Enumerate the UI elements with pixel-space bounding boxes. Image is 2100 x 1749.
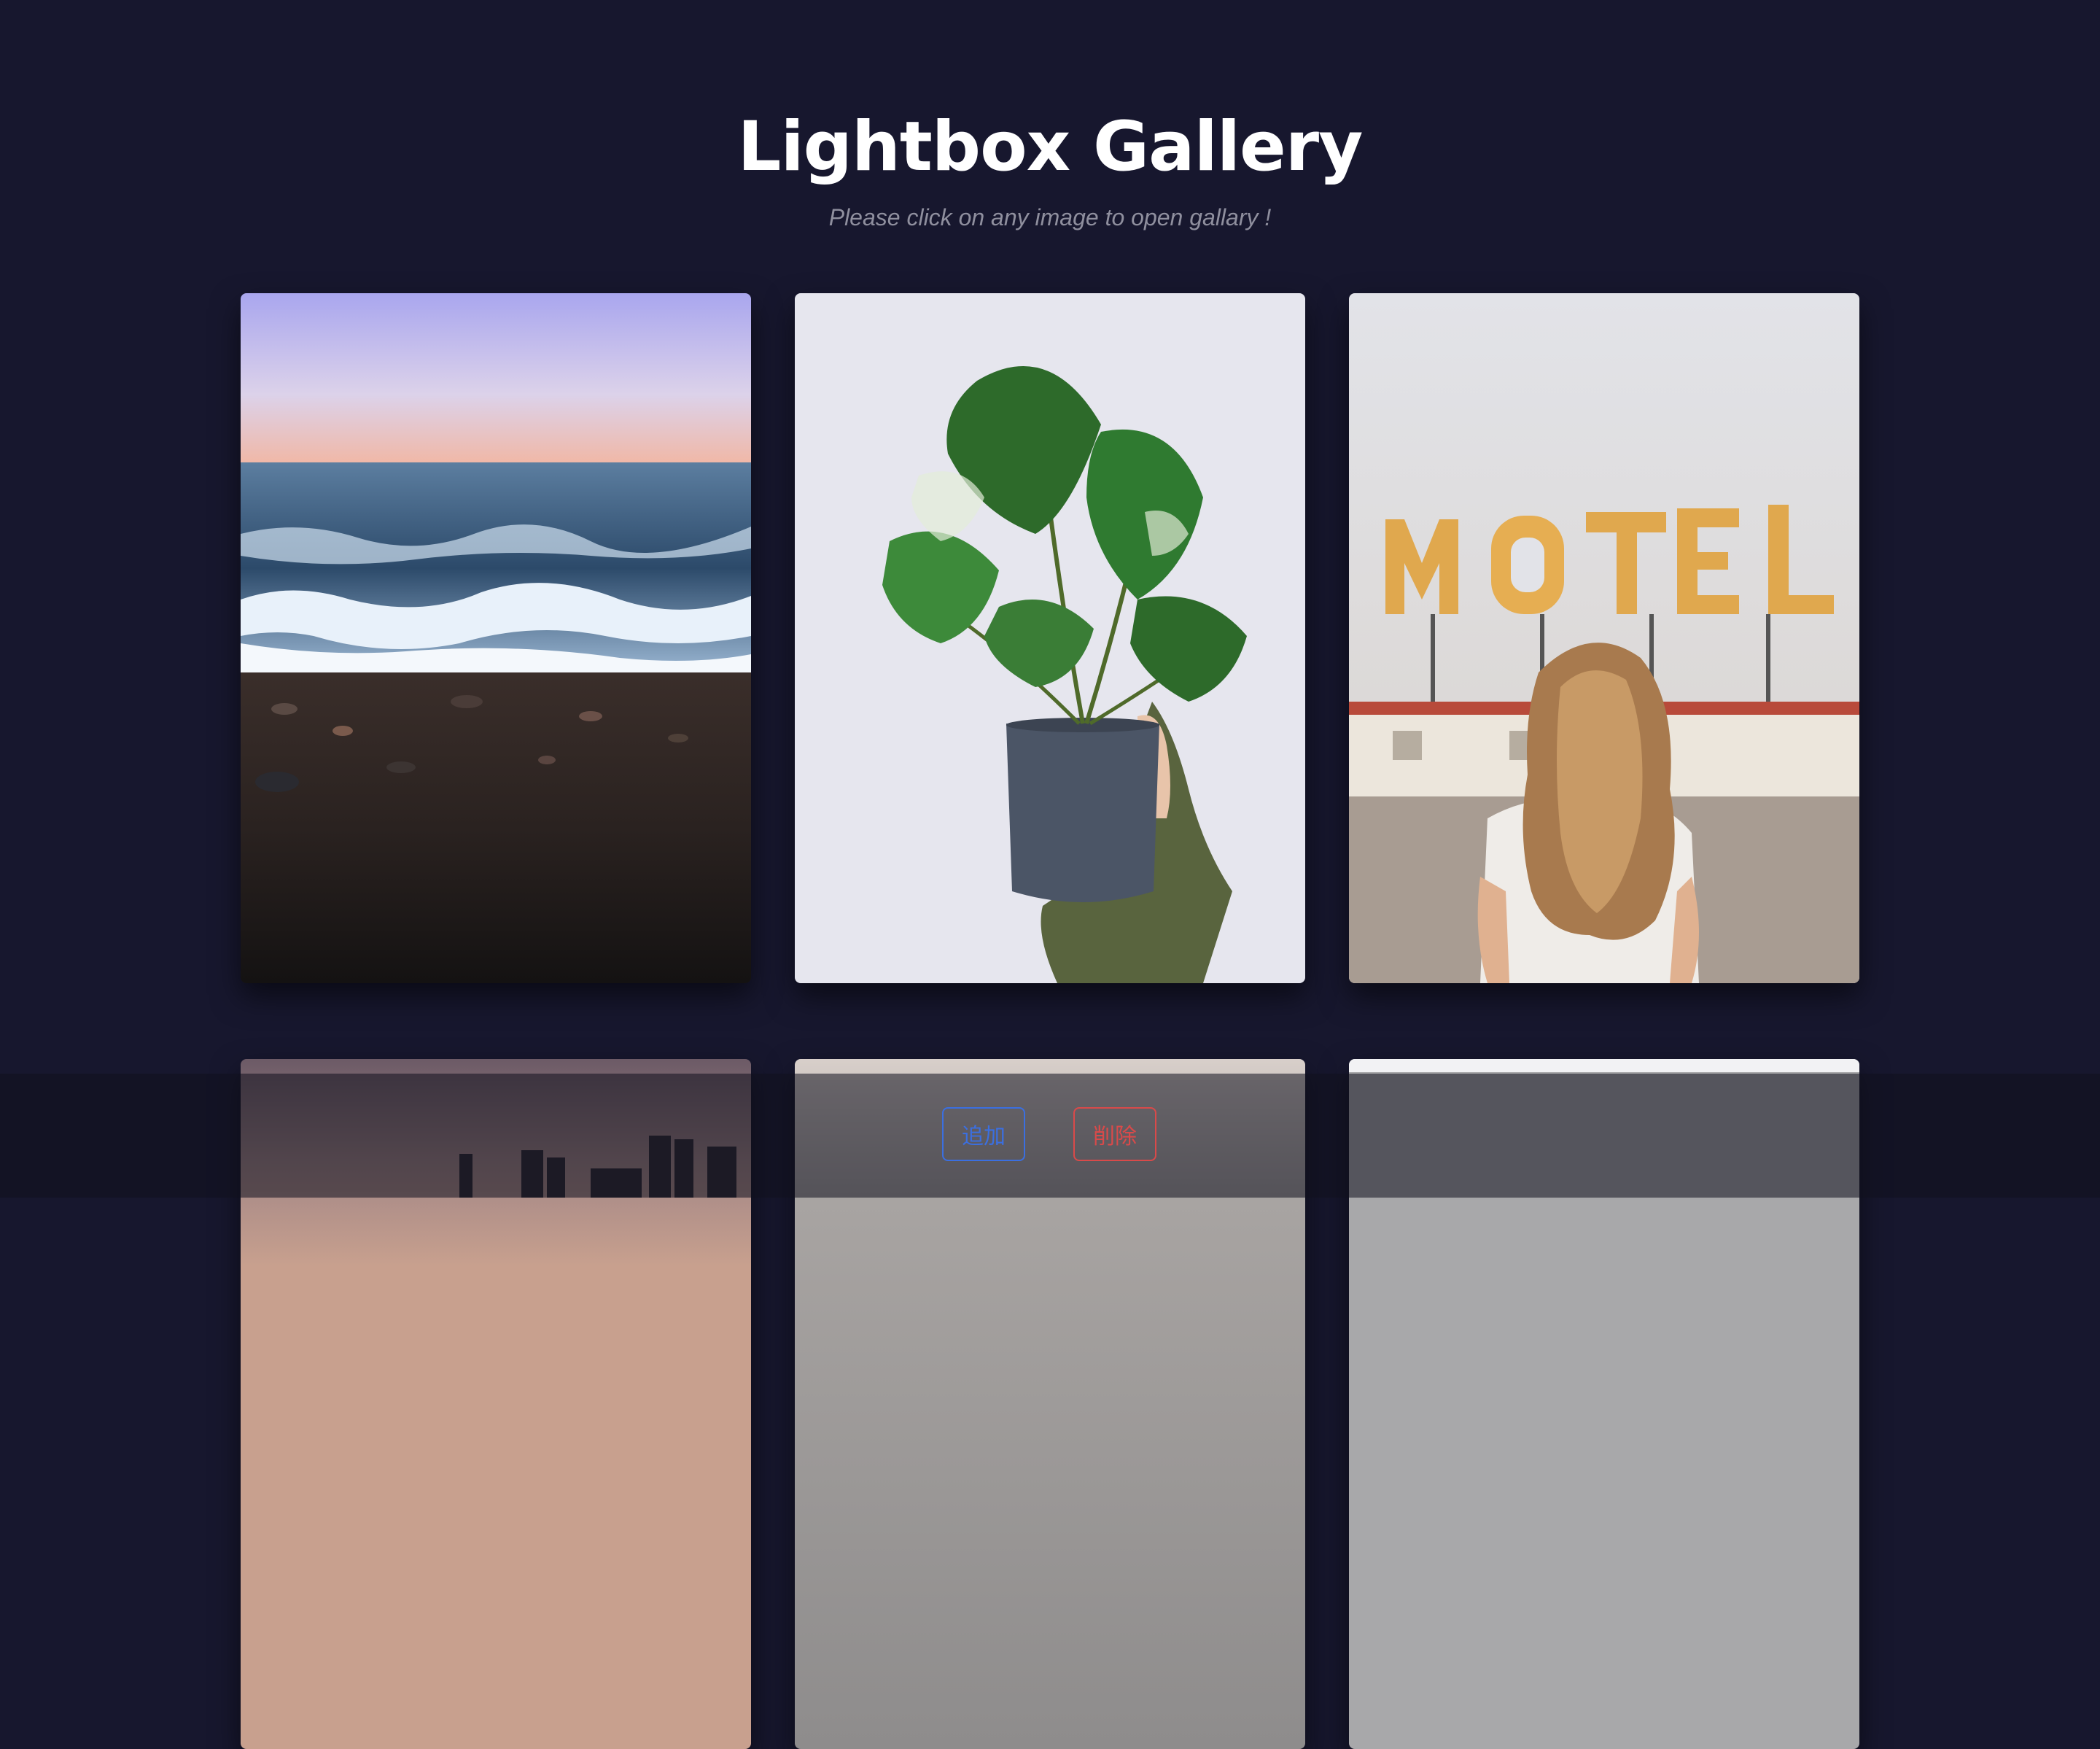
page-title: Lightbox Gallery bbox=[737, 107, 1364, 187]
gallery-image-motel[interactable] bbox=[1349, 293, 1859, 983]
add-button[interactable]: 追加 bbox=[942, 1107, 1025, 1161]
motel-image bbox=[1349, 293, 1859, 983]
delete-button[interactable]: 削除 bbox=[1073, 1107, 1156, 1161]
gallery-image-beach[interactable] bbox=[241, 293, 751, 983]
beach-image bbox=[241, 293, 751, 983]
bottom-toolbar: 追加 削除 bbox=[0, 1074, 2100, 1198]
gallery-image-plant[interactable] bbox=[795, 293, 1305, 983]
page-subtitle: Please click on any image to open gallar… bbox=[828, 204, 1272, 230]
plant-image bbox=[795, 293, 1305, 983]
